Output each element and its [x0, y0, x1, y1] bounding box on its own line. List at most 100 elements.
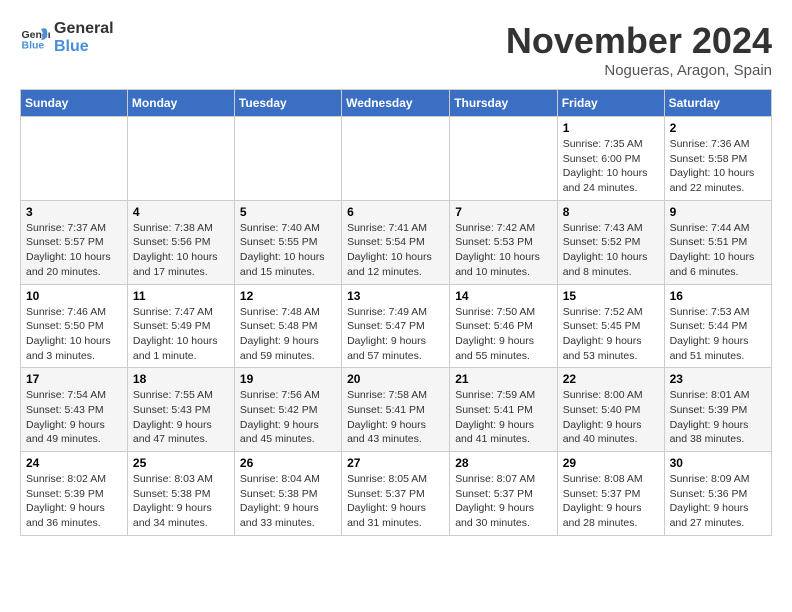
- calendar-cell: [127, 117, 234, 201]
- day-number: 3: [26, 205, 122, 219]
- day-info: Sunrise: 7:50 AM Sunset: 5:46 PM Dayligh…: [455, 305, 551, 364]
- day-info: Sunrise: 8:09 AM Sunset: 5:36 PM Dayligh…: [670, 472, 766, 531]
- day-info: Sunrise: 7:49 AM Sunset: 5:47 PM Dayligh…: [347, 305, 444, 364]
- day-number: 21: [455, 372, 551, 386]
- day-info: Sunrise: 8:07 AM Sunset: 5:37 PM Dayligh…: [455, 472, 551, 531]
- weekday-header-thursday: Thursday: [450, 90, 557, 117]
- day-info: Sunrise: 8:04 AM Sunset: 5:38 PM Dayligh…: [240, 472, 336, 531]
- logo-icon: General Blue: [20, 23, 50, 53]
- day-info: Sunrise: 7:37 AM Sunset: 5:57 PM Dayligh…: [26, 221, 122, 280]
- day-info: Sunrise: 7:55 AM Sunset: 5:43 PM Dayligh…: [133, 388, 229, 447]
- weekday-header-row: SundayMondayTuesdayWednesdayThursdayFrid…: [21, 90, 772, 117]
- day-number: 6: [347, 205, 444, 219]
- day-number: 1: [563, 121, 659, 135]
- calendar-week-row: 10 Sunrise: 7:46 AM Sunset: 5:50 PM Dayli…: [21, 284, 772, 368]
- day-number: 24: [26, 456, 122, 470]
- calendar-cell: [450, 117, 557, 201]
- calendar-cell: 19Sunrise: 7:56 AM Sunset: 5:42 PM Dayli…: [234, 368, 341, 452]
- calendar-week-row: 1 Sunrise: 7:35 AM Sunset: 6:00 PM Daylig…: [21, 117, 772, 201]
- day-number: 14: [455, 289, 551, 303]
- day-info: Sunrise: 8:05 AM Sunset: 5:37 PM Dayligh…: [347, 472, 444, 531]
- calendar-cell: 1 Sunrise: 7:35 AM Sunset: 6:00 PM Daylig…: [557, 117, 664, 201]
- calendar-cell: 15 Sunrise: 7:52 AM Sunset: 5:45 PM Dayli…: [557, 284, 664, 368]
- calendar-week-row: 17 Sunrise: 7:54 AM Sunset: 5:43 PM Dayli…: [21, 368, 772, 452]
- calendar-cell: 11 Sunrise: 7:47 AM Sunset: 5:49 PM Dayli…: [127, 284, 234, 368]
- calendar-cell: 29 Sunrise: 8:08 AM Sunset: 5:37 PM Dayli…: [557, 452, 664, 536]
- calendar-cell: 18 Sunrise: 7:55 AM Sunset: 5:43 PM Dayli…: [127, 368, 234, 452]
- calendar-cell: 4Sunrise: 7:38 AM Sunset: 5:56 PM Daylig…: [127, 200, 234, 284]
- calendar-cell: 26 Sunrise: 8:04 AM Sunset: 5:38 PM Dayli…: [234, 452, 341, 536]
- day-info: Sunrise: 7:42 AM Sunset: 5:53 PM Dayligh…: [455, 221, 551, 280]
- day-number: 27: [347, 456, 444, 470]
- day-number: 23: [670, 372, 766, 386]
- day-number: 8: [563, 205, 659, 219]
- svg-text:Blue: Blue: [22, 39, 45, 51]
- day-number: 29: [563, 456, 659, 470]
- calendar-week-row: 3 Sunrise: 7:37 AM Sunset: 5:57 PM Daylig…: [21, 200, 772, 284]
- day-info: Sunrise: 7:53 AM Sunset: 5:44 PM Dayligh…: [670, 305, 766, 364]
- weekday-header-sunday: Sunday: [21, 90, 128, 117]
- title-block: November 2024 Nogueras, Aragon, Spain: [506, 20, 772, 79]
- day-info: Sunrise: 8:02 AM Sunset: 5:39 PM Dayligh…: [26, 472, 122, 531]
- day-number: 15: [563, 289, 659, 303]
- logo: General Blue General Blue: [20, 20, 114, 55]
- day-number: 11: [133, 289, 229, 303]
- weekday-header-wednesday: Wednesday: [342, 90, 450, 117]
- calendar-cell: 25 Sunrise: 8:03 AM Sunset: 5:38 PM Dayli…: [127, 452, 234, 536]
- day-number: 19: [240, 372, 336, 386]
- day-number: 7: [455, 205, 551, 219]
- calendar-cell: 14 Sunrise: 7:50 AM Sunset: 5:46 PM Dayli…: [450, 284, 557, 368]
- weekday-header-tuesday: Tuesday: [234, 90, 341, 117]
- calendar-cell: 20 Sunrise: 7:58 AM Sunset: 5:41 PM Dayli…: [342, 368, 450, 452]
- day-info: Sunrise: 7:38 AM Sunset: 5:56 PM Dayligh…: [133, 221, 229, 280]
- day-number: 22: [563, 372, 659, 386]
- calendar-cell: 3 Sunrise: 7:37 AM Sunset: 5:57 PM Daylig…: [21, 200, 128, 284]
- day-info: Sunrise: 7:44 AM Sunset: 5:51 PM Dayligh…: [670, 221, 766, 280]
- day-number: 28: [455, 456, 551, 470]
- calendar-cell: 28 Sunrise: 8:07 AM Sunset: 5:37 PM Dayli…: [450, 452, 557, 536]
- calendar-cell: [342, 117, 450, 201]
- day-info: Sunrise: 7:48 AM Sunset: 5:48 PM Dayligh…: [240, 305, 336, 364]
- weekday-header-monday: Monday: [127, 90, 234, 117]
- weekday-header-friday: Friday: [557, 90, 664, 117]
- month-year-title: November 2024: [506, 20, 772, 62]
- day-info: Sunrise: 8:08 AM Sunset: 5:37 PM Dayligh…: [563, 472, 659, 531]
- day-number: 17: [26, 372, 122, 386]
- day-info: Sunrise: 7:46 AM Sunset: 5:50 PM Dayligh…: [26, 305, 122, 364]
- calendar-cell: 6Sunrise: 7:41 AM Sunset: 5:54 PM Daylig…: [342, 200, 450, 284]
- day-number: 2: [670, 121, 766, 135]
- calendar-cell: 7 Sunrise: 7:42 AM Sunset: 5:53 PM Daylig…: [450, 200, 557, 284]
- calendar-header: SundayMondayTuesdayWednesdayThursdayFrid…: [21, 90, 772, 117]
- calendar-week-row: 24 Sunrise: 8:02 AM Sunset: 5:39 PM Dayli…: [21, 452, 772, 536]
- page-header: General Blue General Blue November 2024 …: [20, 20, 772, 79]
- day-number: 30: [670, 456, 766, 470]
- day-number: 18: [133, 372, 229, 386]
- day-number: 10: [26, 289, 122, 303]
- day-number: 5: [240, 205, 336, 219]
- calendar-cell: 9 Sunrise: 7:44 AM Sunset: 5:51 PM Daylig…: [664, 200, 771, 284]
- day-number: 25: [133, 456, 229, 470]
- calendar-body: 1 Sunrise: 7:35 AM Sunset: 6:00 PM Daylig…: [21, 117, 772, 536]
- calendar-cell: 10 Sunrise: 7:46 AM Sunset: 5:50 PM Dayli…: [21, 284, 128, 368]
- day-info: Sunrise: 8:01 AM Sunset: 5:39 PM Dayligh…: [670, 388, 766, 447]
- day-info: Sunrise: 7:58 AM Sunset: 5:41 PM Dayligh…: [347, 388, 444, 447]
- weekday-header-saturday: Saturday: [664, 90, 771, 117]
- calendar-cell: 21Sunrise: 7:59 AM Sunset: 5:41 PM Dayli…: [450, 368, 557, 452]
- day-info: Sunrise: 7:52 AM Sunset: 5:45 PM Dayligh…: [563, 305, 659, 364]
- day-number: 26: [240, 456, 336, 470]
- day-number: 20: [347, 372, 444, 386]
- day-info: Sunrise: 7:54 AM Sunset: 5:43 PM Dayligh…: [26, 388, 122, 447]
- day-info: Sunrise: 8:03 AM Sunset: 5:38 PM Dayligh…: [133, 472, 229, 531]
- day-number: 9: [670, 205, 766, 219]
- calendar-cell: 8Sunrise: 7:43 AM Sunset: 5:52 PM Daylig…: [557, 200, 664, 284]
- day-info: Sunrise: 7:40 AM Sunset: 5:55 PM Dayligh…: [240, 221, 336, 280]
- calendar-cell: [234, 117, 341, 201]
- day-info: Sunrise: 7:35 AM Sunset: 6:00 PM Dayligh…: [563, 137, 659, 196]
- calendar-cell: 23 Sunrise: 8:01 AM Sunset: 5:39 PM Dayli…: [664, 368, 771, 452]
- calendar-cell: 17 Sunrise: 7:54 AM Sunset: 5:43 PM Dayli…: [21, 368, 128, 452]
- calendar-cell: 27 Sunrise: 8:05 AM Sunset: 5:37 PM Dayli…: [342, 452, 450, 536]
- logo-blue: Blue: [54, 38, 114, 56]
- calendar-cell: 16Sunrise: 7:53 AM Sunset: 5:44 PM Dayli…: [664, 284, 771, 368]
- day-info: Sunrise: 7:47 AM Sunset: 5:49 PM Dayligh…: [133, 305, 229, 364]
- calendar-cell: 30 Sunrise: 8:09 AM Sunset: 5:36 PM Dayli…: [664, 452, 771, 536]
